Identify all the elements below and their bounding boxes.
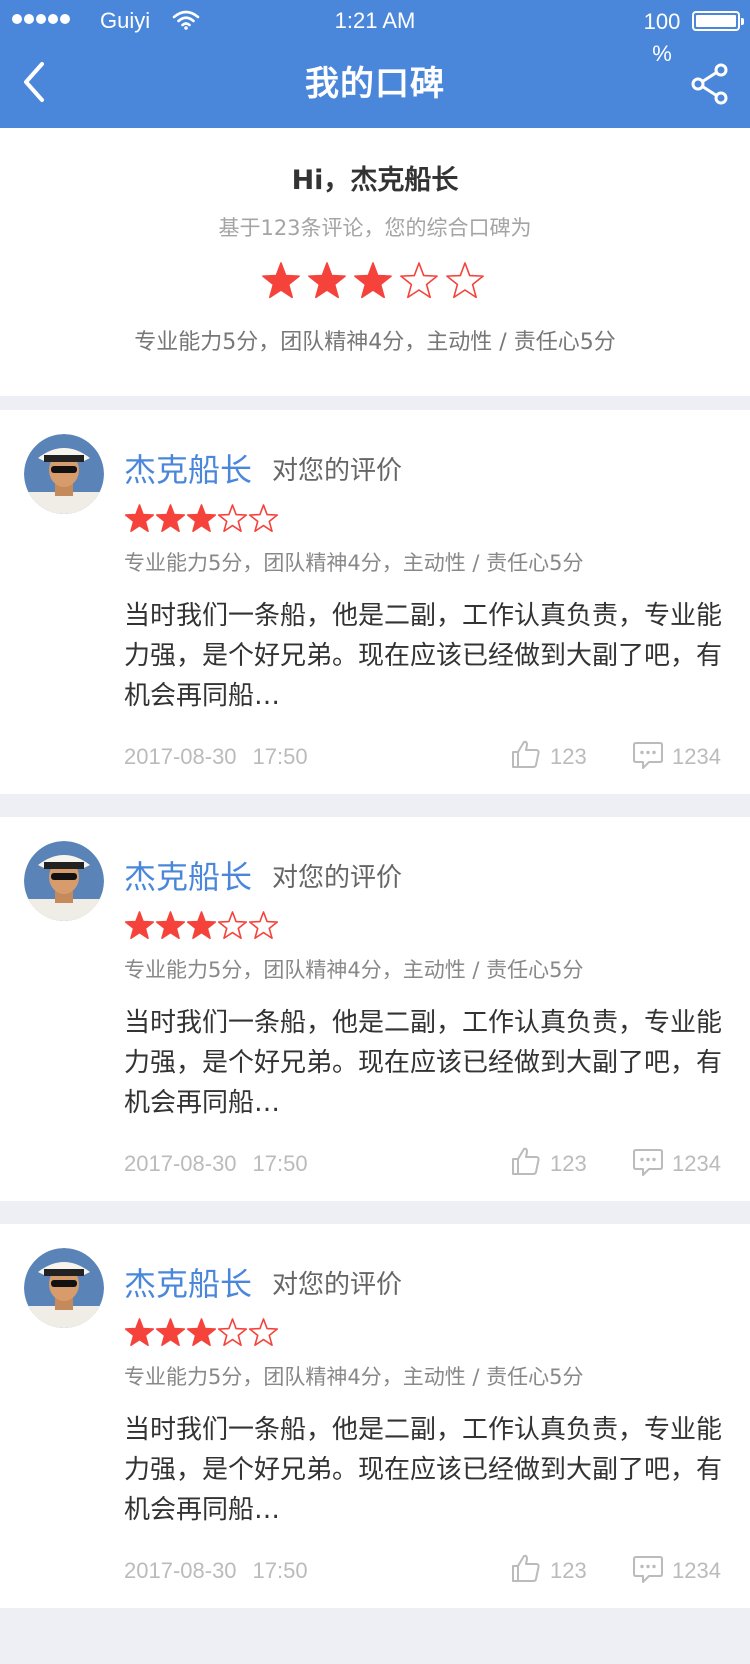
page-title: 我的口碑: [305, 64, 445, 104]
review-date-day: 2017-08-30: [124, 744, 237, 769]
evaluate-label: 对您的评价: [272, 456, 403, 486]
review-card: 杰克船长 对您的评价 专业能力5分，团队精神4分，主动性 / 责任心5分 当时我…: [0, 1224, 750, 1608]
review-date: 2017-08-30 17:50: [124, 742, 308, 772]
star-filled-icon: [124, 911, 155, 940]
avatar[interactable]: [24, 434, 104, 514]
review-date-time: 17:50: [252, 1151, 308, 1176]
comment-count[interactable]: 1234: [672, 742, 721, 772]
star-filled-icon: [155, 911, 186, 940]
reviewer-name[interactable]: 杰克船长: [124, 857, 252, 897]
star-empty-icon: [248, 1318, 279, 1347]
score-breakdown: 专业能力5分，团队精神4分，主动性 / 责任心5分: [134, 330, 616, 355]
review-date: 2017-08-30 17:50: [124, 1556, 308, 1586]
star-filled-icon: [354, 262, 392, 299]
star-empty-icon: [248, 911, 279, 940]
star-empty-icon: [400, 262, 438, 299]
overall-rating-stars: [262, 262, 484, 299]
star-filled-icon: [308, 262, 346, 299]
reviewer-name[interactable]: 杰克船长: [124, 1264, 252, 1304]
review-comment: 当时我们一条船，他是二副，工作认真负责，专业能力强，是个好兄弟。现在应该已经做到…: [124, 1008, 723, 1118]
share-button[interactable]: [690, 62, 730, 106]
star-filled-icon: [262, 262, 300, 299]
avatar[interactable]: [24, 841, 104, 921]
status-time: 1:21 AM: [334, 8, 416, 33]
comment-count[interactable]: 1234: [672, 1149, 721, 1179]
review-card: 杰克船长 对您的评价 专业能力5分，团队精神4分，主动性 / 责任心5分 当时我…: [0, 817, 750, 1201]
star-filled-icon: [186, 504, 217, 533]
comment-icon[interactable]: [632, 1147, 664, 1177]
evaluate-label: 对您的评价: [272, 1270, 403, 1300]
review-comment: 当时我们一条船，他是二副，工作认真负责，专业能力强，是个好兄弟。现在应该已经做到…: [124, 601, 723, 711]
review-card: 杰克船长 对您的评价 专业能力5分，团队精神4分，主动性 / 责任心5分 当时我…: [0, 410, 750, 794]
star-empty-icon: [217, 911, 248, 940]
signal-icon: [12, 14, 70, 24]
carrier-name: Guiyi: [100, 8, 151, 33]
battery-percentage: 100 %: [643, 9, 681, 66]
review-score-breakdown: 专业能力5分，团队精神4分，主动性 / 责任心5分: [124, 551, 584, 575]
comment-icon[interactable]: [632, 740, 664, 770]
review-rating-stars: [124, 911, 279, 940]
review-score-breakdown: 专业能力5分，团队精神4分，主动性 / 责任心5分: [124, 1365, 584, 1389]
evaluate-label: 对您的评价: [272, 863, 403, 893]
comment-count[interactable]: 1234: [672, 1556, 721, 1586]
status-bar: Guiyi 1:21 AM 100 %: [0, 0, 750, 66]
review-rating-stars: [124, 1318, 279, 1347]
star-empty-icon: [217, 1318, 248, 1347]
review-date: 2017-08-30 17:50: [124, 1149, 308, 1179]
comment-icon[interactable]: [632, 1554, 664, 1584]
thumbs-up-icon[interactable]: [510, 1145, 542, 1177]
wifi-icon: [172, 10, 200, 30]
review-date-day: 2017-08-30: [124, 1151, 237, 1176]
reviewer-name[interactable]: 杰克船长: [124, 450, 252, 490]
thumbs-up-icon[interactable]: [510, 1552, 542, 1584]
like-count[interactable]: 123: [550, 1149, 587, 1179]
star-empty-icon: [248, 504, 279, 533]
star-empty-icon: [217, 504, 248, 533]
star-empty-icon: [446, 262, 484, 299]
star-filled-icon: [186, 911, 217, 940]
summary-panel: Hi，杰克船长 基于123条评论，您的综合口碑为 专业能力5分，团队精神4分，主…: [0, 128, 750, 396]
review-score-breakdown: 专业能力5分，团队精神4分，主动性 / 责任心5分: [124, 958, 584, 982]
review-date-time: 17:50: [252, 1558, 308, 1583]
like-count[interactable]: 123: [550, 1556, 587, 1586]
thumbs-up-icon[interactable]: [510, 738, 542, 770]
star-filled-icon: [155, 1318, 186, 1347]
like-count[interactable]: 123: [550, 742, 587, 772]
star-filled-icon: [124, 1318, 155, 1347]
header: Guiyi 1:21 AM 100 % 我的口碑: [0, 0, 750, 128]
star-filled-icon: [186, 1318, 217, 1347]
avatar[interactable]: [24, 1248, 104, 1328]
star-filled-icon: [155, 504, 186, 533]
review-rating-stars: [124, 504, 279, 533]
rating-basis: 基于123条评论，您的综合口碑为: [218, 216, 532, 240]
battery-icon: [692, 11, 744, 31]
star-filled-icon: [124, 504, 155, 533]
review-date-day: 2017-08-30: [124, 1558, 237, 1583]
review-date-time: 17:50: [252, 744, 308, 769]
review-comment: 当时我们一条船，他是二副，工作认真负责，专业能力强，是个好兄弟。现在应该已经做到…: [124, 1415, 723, 1525]
greeting: Hi，杰克船长: [291, 165, 459, 196]
